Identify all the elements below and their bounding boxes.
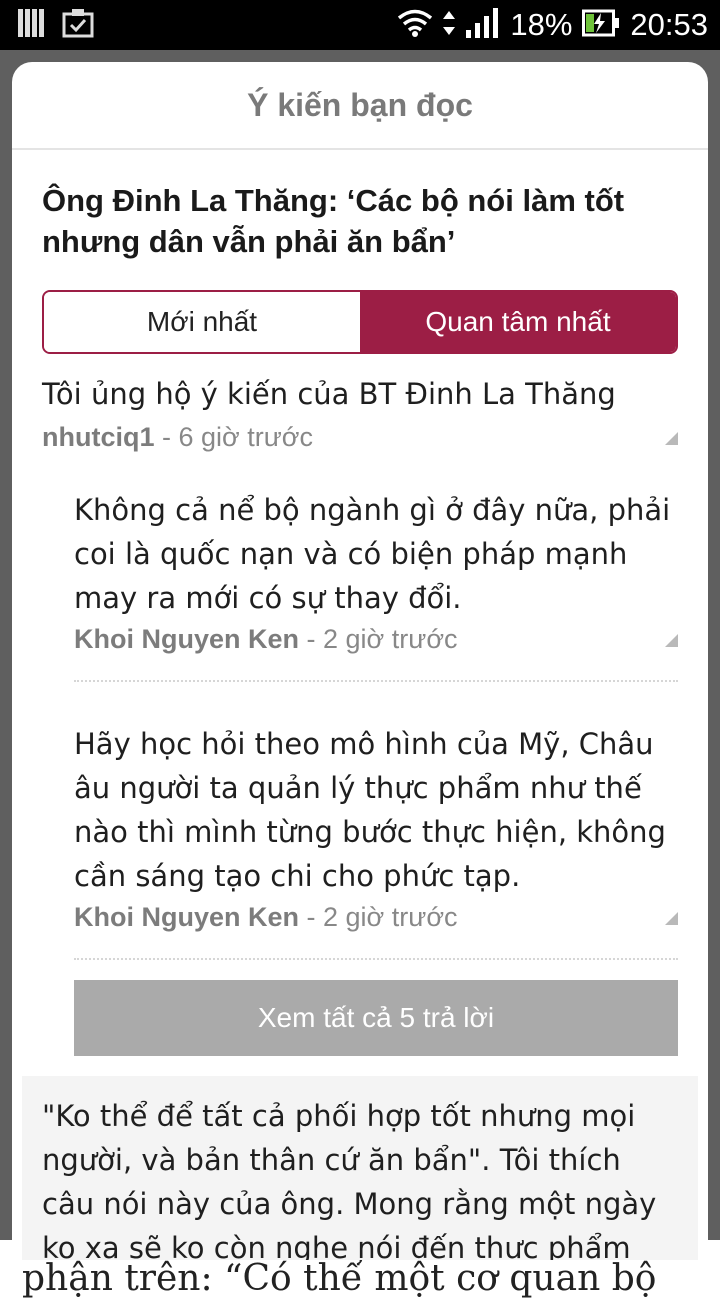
comment-time: - 6 giờ trước — [154, 422, 314, 452]
reply-divider — [74, 958, 678, 960]
status-bar: 18% 20:53 — [0, 0, 720, 50]
data-arrows-icon — [442, 9, 456, 41]
signal-icon — [466, 8, 500, 42]
wifi-icon — [398, 9, 433, 41]
reply-divider — [74, 680, 678, 682]
battery-charging-icon — [582, 9, 620, 41]
tab-most-popular[interactable]: Quan tâm nhất — [360, 292, 676, 352]
reply-options-triangle-icon[interactable] — [665, 634, 678, 647]
comment-options-triangle-icon[interactable] — [665, 432, 678, 445]
reply-author[interactable]: Khoi Nguyen Ken — [74, 902, 299, 932]
comment-card: "Ko thể để tất cả phối hợp tốt nhưng mọi… — [22, 1076, 698, 1260]
reply-time: - 2 giờ trước — [299, 624, 458, 654]
comment-author[interactable]: nhutciq1 — [42, 422, 155, 452]
reply-meta: Khoi Nguyen Ken - 2 giờ trước — [74, 624, 458, 655]
background-article-text: phận trên: “Có thể một cơ quan bộ — [22, 1258, 657, 1299]
notification-bars-icon — [18, 9, 44, 41]
article-title: Ông Đinh La Thăng: ‘Các bộ nói làm tốt n… — [42, 183, 625, 259]
comment-meta: nhutciq1 - 6 giờ trước — [42, 422, 313, 453]
clipboard-check-icon — [62, 8, 94, 42]
comment-text: Tôi ủng hộ ý kiến của BT Đinh La Thăng — [42, 377, 616, 411]
comment-text: "Ko thể để tất cả phối hợp tốt nhưng mọi… — [42, 1099, 657, 1260]
reply-text: Không cả nể bộ ngành gì ở đây nữa, phải … — [74, 493, 671, 615]
comments-dialog: Ý kiến bạn đọc Ông Đinh La Thăng: ‘Các b… — [12, 62, 708, 1260]
clock: 20:53 — [630, 7, 708, 42]
tab-newest[interactable]: Mới nhất — [44, 292, 360, 352]
reply-options-triangle-icon[interactable] — [665, 912, 678, 925]
view-all-replies-button[interactable]: Xem tất cả 5 trả lời — [74, 980, 678, 1056]
reply-text: Hãy học hỏi theo mô hình của Mỹ, Châu âu… — [74, 727, 666, 893]
reply-meta: Khoi Nguyen Ken - 2 giờ trước — [74, 902, 458, 933]
dialog-header: Ý kiến bạn đọc — [12, 62, 708, 150]
sort-tabs: Mới nhất Quan tâm nhất — [42, 290, 678, 354]
dialog-title: Ý kiến bạn đọc — [247, 86, 473, 123]
reply-time: - 2 giờ trước — [299, 902, 458, 932]
battery-percent: 18% — [510, 7, 573, 42]
reply-author[interactable]: Khoi Nguyen Ken — [74, 624, 299, 654]
